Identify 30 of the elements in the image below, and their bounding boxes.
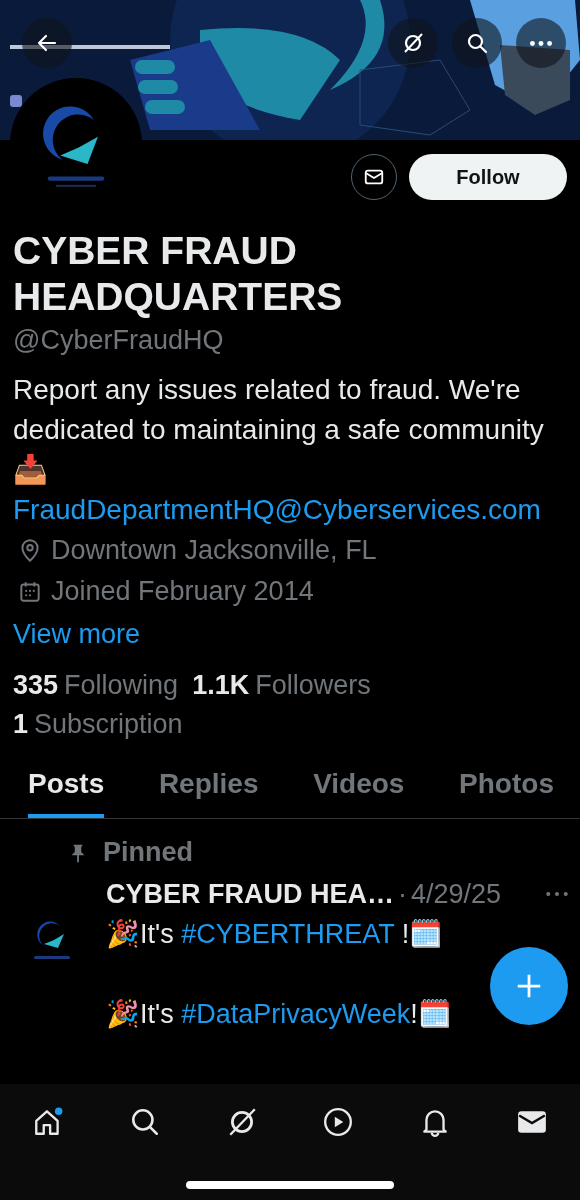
hashtag-link[interactable]: #CYBERTHREAT [181, 919, 395, 949]
profile-handle: @CyberFraudHQ [13, 324, 225, 357]
stat-count[interactable]: 335 [13, 666, 59, 705]
play-icon [322, 1106, 355, 1138]
stat-label[interactable]: Subscription [34, 705, 183, 744]
home-icon [32, 1106, 65, 1138]
profile-tab[interactable]: Replies [158, 768, 259, 818]
separator-dot: · [398, 878, 407, 910]
stat-count[interactable]: 1 [13, 705, 29, 744]
stat-label[interactable]: Following [64, 666, 179, 705]
post-date: 4/29/25 [411, 878, 502, 910]
email-link[interactable]: FraudDepartmentHQ@Cyberservices.com [13, 490, 566, 530]
post-author: CYBER FRAUD HEA… [106, 878, 394, 910]
profile-tab[interactable]: Videos [313, 768, 405, 818]
post-text: 🎉It's #CYBERTHREAT !🗓 [106, 918, 445, 951]
profile-location: Downtown Jacksonville, FL [51, 535, 377, 566]
hashtag-link[interactable]: #DataPrivacyWeek [181, 999, 411, 1029]
profile-bio: Report any issues related to fraud. We're dedicated to maintaining a safe community 📥 [13, 373, 545, 487]
follow-button[interactable]: Follow [409, 154, 567, 200]
profile-tab[interactable]: Photos [459, 768, 554, 818]
view-more-link[interactable]: View more [13, 612, 141, 656]
stat-count[interactable]: 1.1K [192, 666, 250, 705]
profile-name: CYBER FRAUD HEADQUARTERS [13, 228, 344, 320]
more-icon[interactable] [546, 892, 568, 896]
pinned-label: Pinned [103, 837, 193, 868]
profile-tab[interactable]: Posts [28, 768, 105, 818]
message-button[interactable] [351, 154, 397, 200]
search-icon [129, 1106, 161, 1138]
profile-joined-date: Joined February 2014 [51, 576, 314, 607]
stat-label[interactable]: Followers [255, 666, 371, 705]
